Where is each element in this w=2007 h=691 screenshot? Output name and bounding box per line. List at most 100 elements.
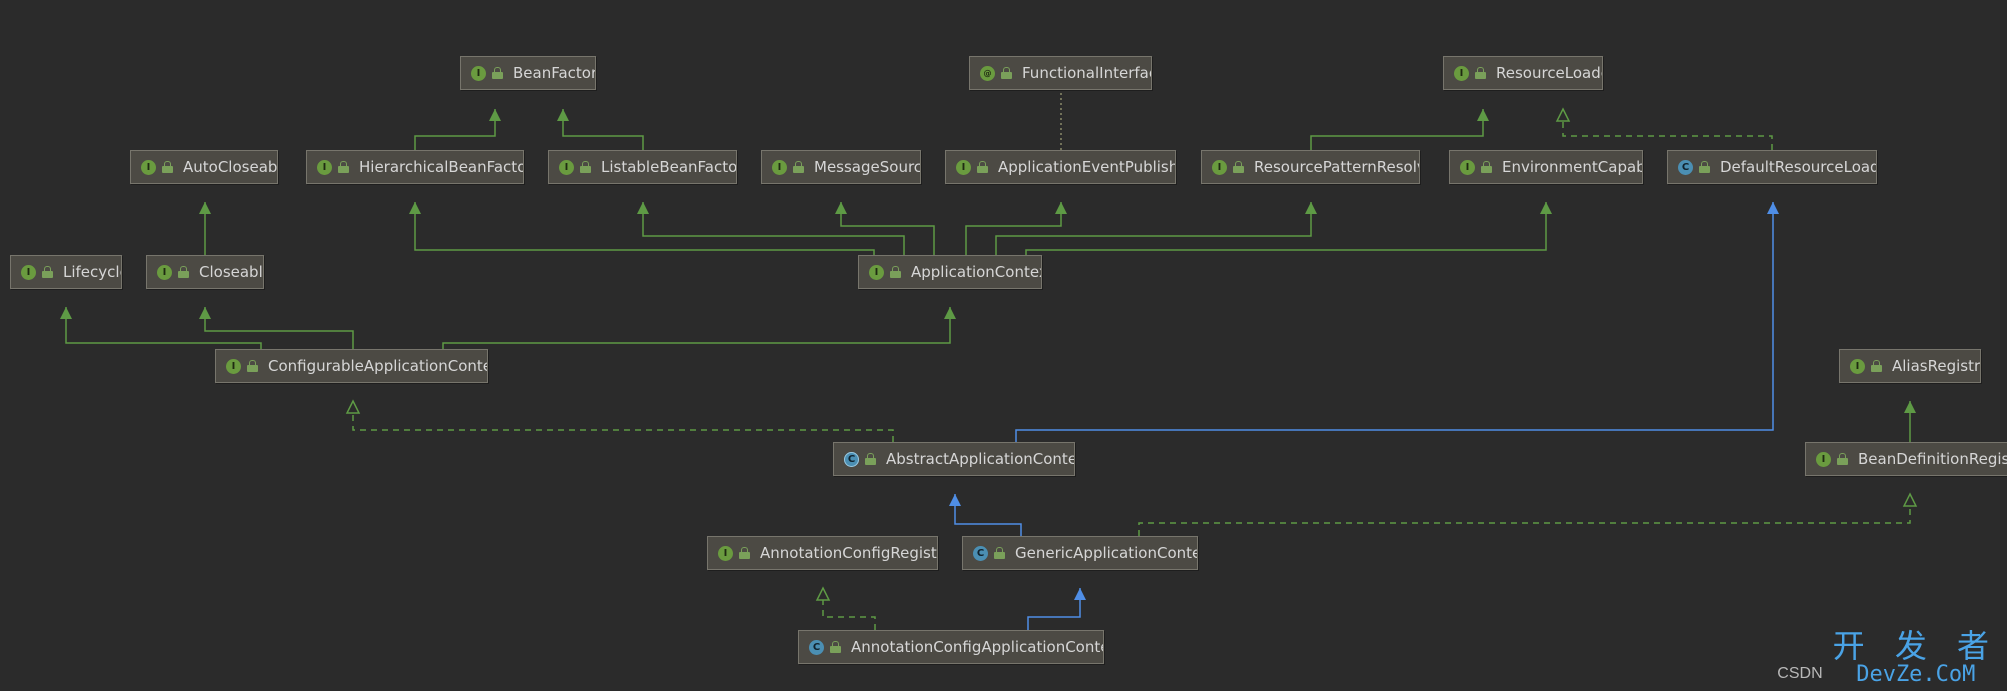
node-generic-application-context[interactable]: C GenericApplicationContext	[962, 536, 1198, 570]
node-label: ApplicationContext	[911, 263, 1042, 281]
node-auto-closeable[interactable]: I AutoCloseable	[130, 150, 278, 184]
node-closeable[interactable]: I Closeable	[146, 255, 264, 289]
public-lock-icon	[830, 640, 843, 654]
public-lock-icon	[1475, 66, 1488, 80]
interface-kind-icon: I	[772, 159, 787, 175]
edge-class-extends	[949, 494, 1022, 536]
edge-extends	[637, 202, 905, 255]
arrowhead	[1540, 202, 1552, 214]
node-application-context[interactable]: I ApplicationContext	[858, 255, 1042, 289]
node-label: AnnotationConfigApplicationContext	[851, 638, 1104, 656]
public-lock-icon	[865, 452, 878, 466]
annotation-kind-icon: @	[980, 65, 995, 81]
edge-extends	[995, 202, 1317, 255]
node-label: ResourceLoader	[1496, 64, 1602, 82]
public-lock-icon	[178, 265, 191, 279]
node-listable-bean-factory[interactable]: I ListableBeanFactory	[548, 150, 737, 184]
interface-kind-icon: I	[718, 545, 733, 561]
arrowhead	[1477, 109, 1489, 121]
public-lock-icon	[1481, 160, 1494, 174]
interface-kind-icon: I	[157, 264, 172, 280]
public-lock-icon	[338, 160, 351, 174]
interface-kind-icon: I	[869, 264, 884, 280]
node-label: EnvironmentCapable	[1502, 158, 1642, 176]
arrowhead	[345, 399, 361, 414]
edge-extends	[442, 307, 956, 349]
public-lock-icon	[793, 160, 806, 174]
public-lock-icon	[247, 359, 260, 373]
edge-extends	[414, 109, 501, 150]
public-lock-icon	[739, 546, 752, 560]
node-label: AnnotationConfigRegistry	[760, 544, 938, 562]
public-lock-icon	[977, 160, 990, 174]
node-alias-registry[interactable]: I AliasRegistry	[1839, 349, 1981, 383]
arrowhead	[1767, 202, 1779, 214]
public-lock-icon	[890, 265, 903, 279]
node-bean-factory[interactable]: I BeanFactory	[460, 56, 596, 90]
watermark-csdn: CSDN	[1777, 665, 1823, 682]
node-abstract-application-context[interactable]: C AbstractApplicationContext	[833, 442, 1075, 476]
node-annotation-config-registry[interactable]: I AnnotationConfigRegistry	[707, 536, 938, 570]
arrowhead	[60, 307, 72, 319]
node-label: ListableBeanFactory	[601, 158, 737, 176]
public-lock-icon	[492, 66, 505, 80]
node-label: GenericApplicationContext	[1015, 544, 1198, 562]
edge-extends	[60, 307, 262, 349]
node-message-source[interactable]: I MessageSource	[761, 150, 921, 184]
class-kind-icon: C	[973, 545, 988, 561]
node-annotation-config-application-context[interactable]: C AnnotationConfigApplicationContext	[798, 630, 1104, 664]
arrowhead	[557, 109, 569, 121]
edge-implements	[815, 586, 876, 630]
arrowhead	[489, 109, 501, 121]
node-configurable-application-context[interactable]: I ConfigurableApplicationContext	[215, 349, 488, 383]
class-kind-icon: C	[809, 639, 824, 655]
arrowhead	[1305, 202, 1317, 214]
node-label: DefaultResourceLoader	[1720, 158, 1876, 176]
public-lock-icon	[162, 160, 175, 174]
interface-kind-icon: I	[141, 159, 156, 175]
edge-implements	[1555, 107, 1773, 150]
node-hierarchical-bean-factory[interactable]: I HierarchicalBeanFactory	[306, 150, 524, 184]
interface-kind-icon: I	[559, 159, 574, 175]
arrowhead	[815, 586, 831, 601]
interface-kind-icon: I	[956, 159, 971, 175]
edge-extends	[1310, 109, 1489, 150]
arrowhead	[944, 307, 956, 319]
node-label: FunctionalInterface	[1022, 64, 1152, 82]
interface-kind-icon: I	[21, 264, 36, 280]
public-lock-icon	[1001, 66, 1014, 80]
interface-kind-icon: I	[471, 65, 486, 81]
interface-kind-icon: I	[1850, 358, 1865, 374]
arrowhead	[409, 202, 421, 214]
node-resource-loader[interactable]: I ResourceLoader	[1443, 56, 1603, 90]
node-label: ResourcePatternResolver	[1254, 158, 1419, 176]
public-lock-icon	[42, 265, 55, 279]
interface-kind-icon: I	[1816, 451, 1831, 467]
edge-extends	[1904, 401, 1916, 442]
edge-extends	[199, 202, 211, 255]
node-bean-definition-registry[interactable]: I BeanDefinitionRegistr	[1805, 442, 2007, 476]
node-label: ConfigurableApplicationContext	[268, 357, 488, 375]
node-application-event-publisher[interactable]: I ApplicationEventPublisher	[945, 150, 1176, 184]
node-functional-interface[interactable]: @ FunctionalInterface	[969, 56, 1152, 90]
class-kind-icon: C	[1678, 159, 1693, 175]
node-label: Closeable	[199, 263, 263, 281]
node-lifecycle[interactable]: I Lifecycle	[10, 255, 122, 289]
node-label: HierarchicalBeanFactory	[359, 158, 524, 176]
arrowhead	[1904, 401, 1916, 413]
node-label: Lifecycle	[63, 263, 121, 281]
node-default-resource-loader[interactable]: C DefaultResourceLoader	[1667, 150, 1877, 184]
public-lock-icon	[994, 546, 1007, 560]
node-resource-pattern-resolver[interactable]: I ResourcePatternResolver	[1201, 150, 1420, 184]
watermark-en: DevZe.CoM	[1856, 662, 1976, 687]
node-label: AliasRegistry	[1892, 357, 1981, 375]
public-lock-icon	[1837, 452, 1850, 466]
edge-extends	[557, 109, 644, 150]
node-environment-capable[interactable]: I EnvironmentCapable	[1449, 150, 1643, 184]
public-lock-icon	[1699, 160, 1712, 174]
edge-implements	[1138, 492, 1918, 536]
interface-kind-icon: I	[1454, 65, 1469, 81]
edge-implements	[345, 399, 894, 442]
watermark-logo: 开 发 者 DevZe.CoM	[1833, 629, 1999, 687]
arrowhead	[637, 202, 649, 214]
